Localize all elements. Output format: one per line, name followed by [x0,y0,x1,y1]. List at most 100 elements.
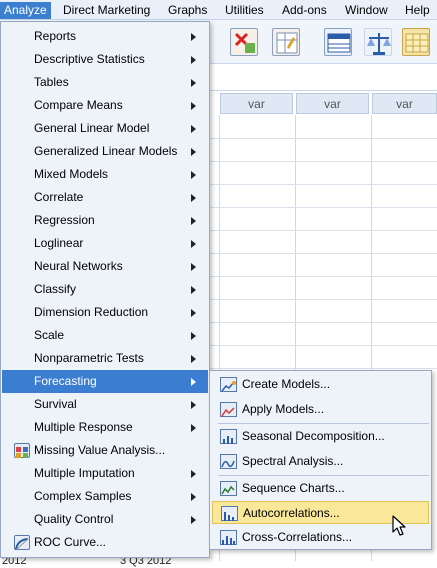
menubar: Analyze Direct Marketing Graphs Utilitie… [0,0,437,20]
menu-item-general-linear-model[interactable]: General Linear Model [2,117,208,140]
weight-cases-icon[interactable] [272,28,300,56]
menu-direct-marketing[interactable]: Direct Marketing [59,2,154,19]
grid-line [210,207,437,208]
submenu-item-label: Apply Models... [242,402,325,416]
create-models-icon [220,377,237,392]
menu-item-label: Multiple Imputation [34,466,135,480]
menu-item-survival[interactable]: Survival [2,393,208,416]
submenu-arrow-icon [191,378,196,386]
menu-item-dimension-reduction[interactable]: Dimension Reduction [2,301,208,324]
submenu-arrow-icon [191,56,196,64]
menu-separator [218,475,429,476]
menu-item-scale[interactable]: Scale [2,324,208,347]
seasonal-decomposition-icon [220,429,237,444]
menu-item-label: Multiple Response [34,420,133,434]
grid-line [210,161,437,162]
scale-icon[interactable] [364,28,392,56]
grid-line [210,253,437,254]
submenu-item-label: Sequence Charts... [242,481,345,495]
grid-line [210,345,437,346]
menu-item-label: ROC Curve... [34,535,107,549]
menu-analyze[interactable]: Analyze [0,2,51,19]
menu-item-reports[interactable]: Reports [2,25,208,48]
menu-item-label: Compare Means [34,98,123,112]
submenu-item-label: Spectral Analysis... [242,454,344,468]
roc-curve-icon [14,535,30,551]
apply-models-icon [220,402,237,417]
submenu-arrow-icon [191,516,196,524]
menu-item-label: Generalized Linear Models [34,144,178,158]
menu-item-missing-value-analysis[interactable]: Missing Value Analysis... [2,439,208,462]
menu-item-neural-networks[interactable]: Neural Networks [2,255,208,278]
autocorrelations-icon [221,506,238,521]
menu-item-nonparametric-tests[interactable]: Nonparametric Tests [2,347,208,370]
menu-item-generalized-linear-models[interactable]: Generalized Linear Models [2,140,208,163]
menu-item-tables[interactable]: Tables [2,71,208,94]
menu-item-multiple-response[interactable]: Multiple Response [2,416,208,439]
menu-item-correlate[interactable]: Correlate [2,186,208,209]
menu-add-ons[interactable]: Add-ons [278,2,331,19]
menu-item-label: Scale [34,328,65,342]
submenu-arrow-icon [191,286,196,294]
variable-sets-icon[interactable] [402,28,430,56]
submenu-arrow-icon [191,424,196,432]
menu-item-descriptive-statistics[interactable]: Descriptive Statistics [2,48,208,71]
value-labels-icon[interactable] [324,28,352,56]
submenu-arrow-icon [191,33,196,41]
submenu-arrow-icon [191,125,196,133]
menu-utilities[interactable]: Utilities [221,2,268,19]
submenu-item-sequence-charts[interactable]: Sequence Charts... [212,477,429,500]
column-header[interactable]: var [220,93,293,114]
menu-item-multiple-imputation[interactable]: Multiple Imputation [2,462,208,485]
submenu-arrow-icon [191,240,196,248]
menu-item-quality-control[interactable]: Quality Control [2,508,208,531]
grid-line [210,299,437,300]
menu-item-label: Survival [34,397,77,411]
menu-item-mixed-models[interactable]: Mixed Models [2,163,208,186]
submenu-item-apply-models[interactable]: Apply Models... [212,398,429,421]
analyze-menu: Reports Descriptive Statistics Tables Co… [0,21,210,558]
submenu-arrow-icon [191,493,196,501]
menu-item-roc-curve[interactable]: ROC Curve... [2,531,208,554]
submenu-arrow-icon [191,102,196,110]
submenu-arrow-icon [191,148,196,156]
submenu-arrow-icon [191,332,196,340]
menu-item-label: Complex Samples [34,489,132,503]
menu-item-classify[interactable]: Classify [2,278,208,301]
submenu-arrow-icon [191,470,196,478]
menu-item-label: Forecasting [34,374,97,388]
missing-value-analysis-icon [14,443,30,458]
menu-graphs[interactable]: Graphs [164,2,211,19]
menu-item-label: Nonparametric Tests [34,351,144,365]
menu-item-compare-means[interactable]: Compare Means [2,94,208,117]
submenu-arrow-icon [191,263,196,271]
menu-item-label: Loglinear [34,236,84,250]
grid-line [210,368,437,369]
cross-correlations-icon [220,530,237,545]
submenu-arrow-icon [191,355,196,363]
menu-window[interactable]: Window [341,2,392,19]
submenu-arrow-icon [191,171,196,179]
menu-item-label: Descriptive Statistics [34,52,145,66]
menu-item-label: Correlate [34,190,84,204]
submenu-item-seasonal-decomposition[interactable]: Seasonal Decomposition... [212,425,429,448]
submenu-item-label: Seasonal Decomposition... [242,429,385,443]
menu-item-loglinear[interactable]: Loglinear [2,232,208,255]
menu-help[interactable]: Help [401,2,434,19]
delete-cases-icon[interactable] [230,28,258,56]
menu-item-regression[interactable]: Regression [2,209,208,232]
menu-item-label: Dimension Reduction [34,305,149,319]
menu-item-complex-samples[interactable]: Complex Samples [2,485,208,508]
column-header[interactable]: var [372,93,437,114]
menu-item-label: Classify [34,282,77,296]
grid-line [210,322,437,323]
column-header[interactable]: var [296,93,369,114]
submenu-item-label: Autocorrelations... [243,506,340,520]
menu-item-forecasting[interactable]: Forecasting [2,370,208,393]
submenu-item-spectral-analysis[interactable]: Spectral Analysis... [212,450,429,473]
submenu-arrow-icon [191,79,196,87]
menu-item-label: Mixed Models [34,167,109,181]
mouse-pointer-icon [392,515,406,536]
submenu-item-create-models[interactable]: Create Models... [212,373,429,396]
sequence-charts-icon [220,481,237,496]
